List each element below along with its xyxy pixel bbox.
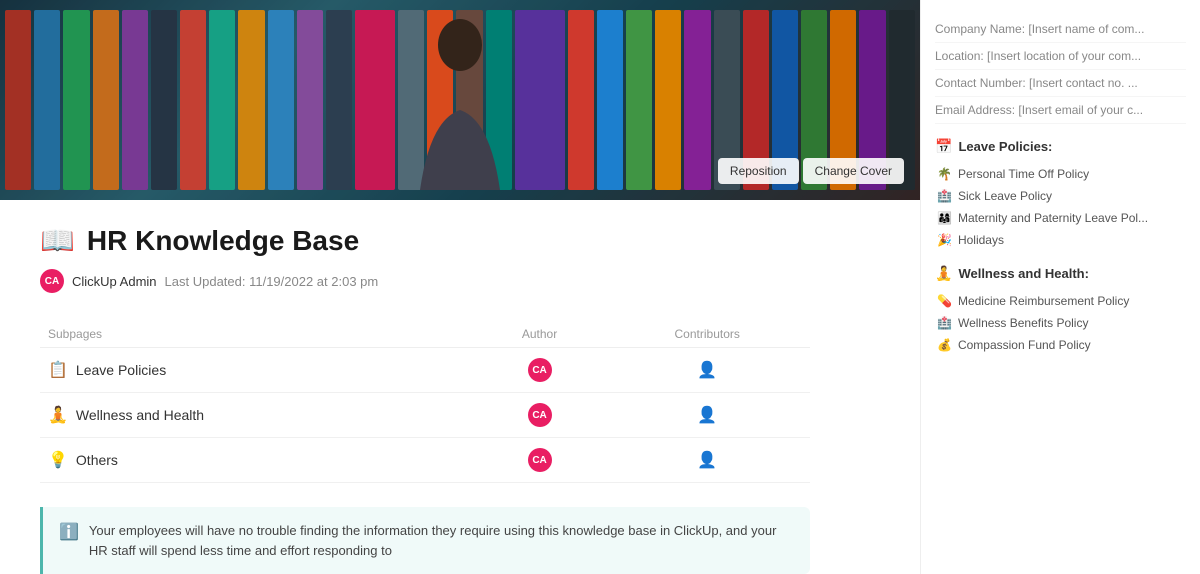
subpage-icon: 💡 xyxy=(48,450,68,470)
sidebar-item-icon: 💰 xyxy=(937,338,952,352)
subpage-icon: 🧘 xyxy=(48,405,68,425)
sidebar-item-icon: 💊 xyxy=(937,294,952,308)
author-cell: CA xyxy=(475,393,605,438)
email-field: Email Address: [Insert email of your c..… xyxy=(935,97,1186,124)
change-cover-button[interactable]: Change Cover xyxy=(803,158,904,184)
page-emoji: 📖 xyxy=(40,224,75,257)
sidebar-item-icon: 🌴 xyxy=(937,167,952,181)
wellness-section-icon: 🧘 xyxy=(935,265,952,282)
table-row[interactable]: 💡 Others CA 👤 xyxy=(40,438,810,483)
author-avatar: CA xyxy=(528,403,552,427)
table-row[interactable]: 📋 Leave Policies CA 👤 xyxy=(40,348,810,393)
author-cell: CA xyxy=(475,438,605,483)
last-updated: Last Updated: 11/19/2022 at 2:03 pm xyxy=(165,274,379,289)
contributor-icon: 👤 xyxy=(697,362,717,379)
sidebar-item[interactable]: 💰 Compassion Fund Policy xyxy=(935,334,1186,356)
sidebar-item-label: Maternity and Paternity Leave Pol... xyxy=(958,211,1184,225)
col-contributors: Contributors xyxy=(604,321,810,348)
author-avatar: CA xyxy=(528,448,552,472)
reposition-button[interactable]: Reposition xyxy=(718,158,799,184)
company-name-field: Company Name: [Insert name of com... xyxy=(935,16,1186,43)
meta-row: CA ClickUp Admin Last Updated: 11/19/202… xyxy=(40,269,810,293)
author-avatar: CA xyxy=(528,358,552,382)
info-text: Your employees will have no trouble find… xyxy=(89,521,794,560)
contributors-cell: 👤 xyxy=(604,348,810,393)
sidebar-item-icon: 👨‍👩‍👧 xyxy=(937,211,952,225)
location-field: Location: [Insert location of your com..… xyxy=(935,43,1186,70)
page-title-row: 📖 HR Knowledge Base xyxy=(40,224,810,257)
sidebar-item-icon: 🏥 xyxy=(937,316,952,330)
sidebar-item-label: Wellness Benefits Policy xyxy=(958,316,1184,330)
info-icon: ℹ️ xyxy=(59,522,79,542)
wellness-section-title: 🧘 Wellness and Health: xyxy=(935,265,1186,282)
info-box: ℹ️ Your employees will have no trouble f… xyxy=(40,507,810,574)
wellness-title-text: Wellness and Health: xyxy=(958,266,1089,281)
sidebar-item[interactable]: 💊 Medicine Reimbursement Policy xyxy=(935,290,1186,312)
subpage-icon: 📋 xyxy=(48,360,68,380)
author-cell: CA xyxy=(475,348,605,393)
right-sidebar: Company Name: [Insert name of com... Loc… xyxy=(920,0,1200,574)
sidebar-item[interactable]: 🎉 Holidays xyxy=(935,229,1186,251)
page-title: HR Knowledge Base xyxy=(87,225,359,257)
sidebar-item-icon: 🏥 xyxy=(937,189,952,203)
sidebar-item[interactable]: 🏥 Wellness Benefits Policy xyxy=(935,312,1186,334)
sidebar-item[interactable]: 👨‍👩‍👧 Maternity and Paternity Leave Pol.… xyxy=(935,207,1186,229)
sidebar-item-label: Sick Leave Policy xyxy=(958,189,1184,203)
subpage-name[interactable]: 💡 Others xyxy=(48,450,467,470)
subpage-label: Leave Policies xyxy=(76,362,166,378)
subpage-label: Wellness and Health xyxy=(76,407,204,423)
sidebar-item-label: Personal Time Off Policy xyxy=(958,167,1184,181)
contributor-icon: 👤 xyxy=(697,407,717,424)
contributor-icon: 👤 xyxy=(697,452,717,469)
subpages-table: Subpages Author Contributors 📋 Leave Pol… xyxy=(40,321,810,483)
cover-image: Reposition Change Cover xyxy=(0,0,920,200)
leave-policies-title-text: Leave Policies: xyxy=(958,139,1052,154)
leave-policies-section-title: 📅 Leave Policies: xyxy=(935,138,1186,155)
subpage-name[interactable]: 🧘 Wellness and Health xyxy=(48,405,467,425)
contributors-cell: 👤 xyxy=(604,393,810,438)
sidebar-item[interactable]: 🌴 Personal Time Off Policy xyxy=(935,163,1186,185)
sidebar-item-label: Compassion Fund Policy xyxy=(958,338,1184,352)
sidebar-item-icon: 🎉 xyxy=(937,233,952,247)
leave-policies-section-icon: 📅 xyxy=(935,138,952,155)
main-content: 📖 HR Knowledge Base CA ClickUp Admin Las… xyxy=(0,200,920,574)
subpage-name[interactable]: 📋 Leave Policies xyxy=(48,360,467,380)
subpage-label: Others xyxy=(76,452,118,468)
cover-action-buttons: Reposition Change Cover xyxy=(718,158,904,184)
col-author: Author xyxy=(475,321,605,348)
sidebar-item-label: Medicine Reimbursement Policy xyxy=(958,294,1184,308)
contributors-cell: 👤 xyxy=(604,438,810,483)
author-name: ClickUp Admin xyxy=(72,274,157,289)
sidebar-item[interactable]: 🏥 Sick Leave Policy xyxy=(935,185,1186,207)
sidebar-item-label: Holidays xyxy=(958,233,1184,247)
author-avatar: CA xyxy=(40,269,64,293)
contact-field: Contact Number: [Insert contact no. ... xyxy=(935,70,1186,97)
col-subpages: Subpages xyxy=(40,321,475,348)
table-row[interactable]: 🧘 Wellness and Health CA 👤 xyxy=(40,393,810,438)
